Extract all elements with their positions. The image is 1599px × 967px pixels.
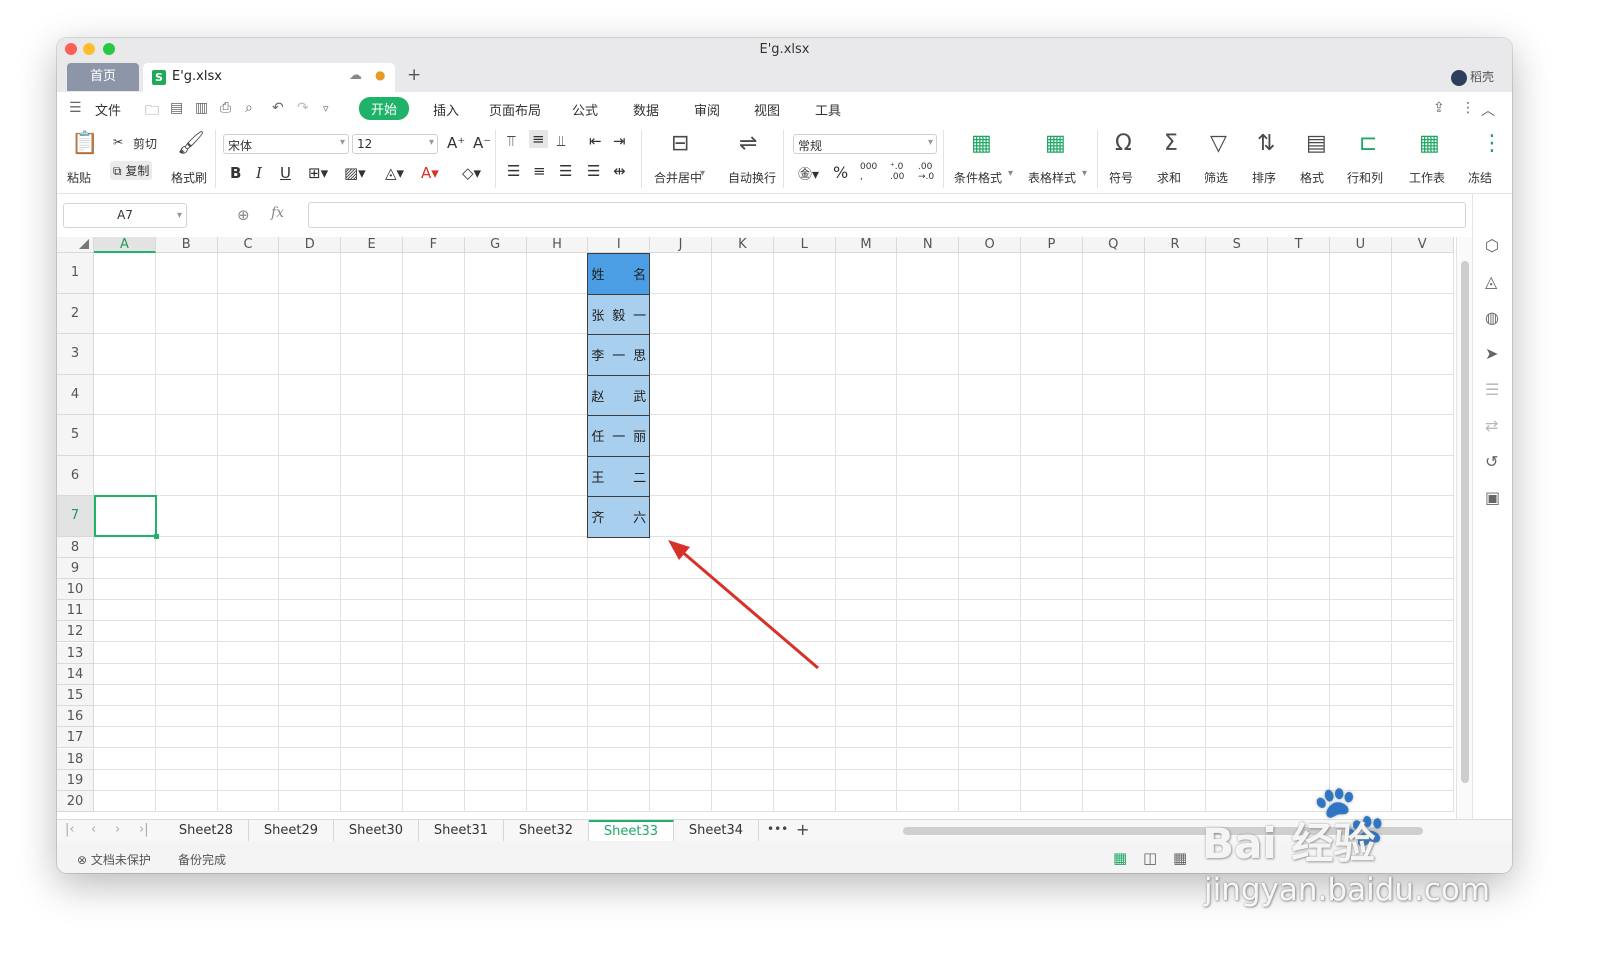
annotation-arrow — [679, 548, 819, 670]
annotation-layer — [668, 540, 819, 670]
